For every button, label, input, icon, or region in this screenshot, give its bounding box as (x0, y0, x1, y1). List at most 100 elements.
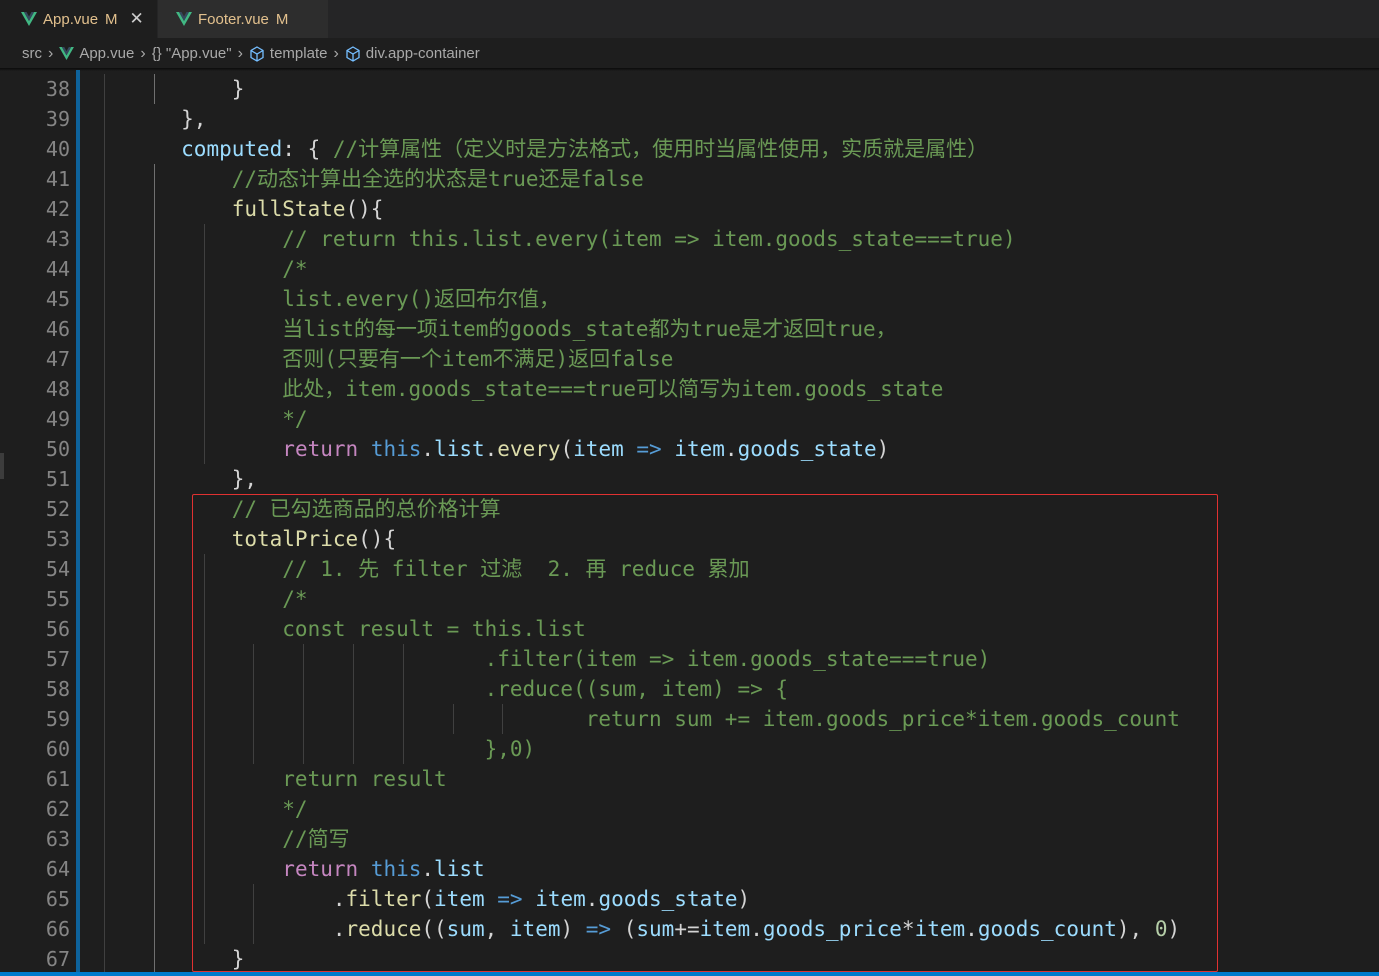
breadcrumb: src › App.vue › {} "App.vue" › template … (0, 38, 1379, 69)
code-line[interactable]: 66 .reduce((sum, item) => (sum+=item.goo… (0, 914, 1379, 944)
code-line[interactable]: 43 // return this.list.every(item => ite… (0, 224, 1379, 254)
code-line[interactable]: 50 return this.list.every(item => item.g… (0, 434, 1379, 464)
code-text: 否则(只要有一个item不满足)返回false (80, 347, 674, 371)
code-line[interactable]: 60 },0) (0, 734, 1379, 764)
line-number: 57 (45, 647, 70, 671)
breadcrumb-label: {} "App.vue" (151, 45, 232, 62)
code-text: .filter(item => item.goods_state===true) (80, 647, 991, 671)
code-line[interactable]: 45 list.every()返回布尔值， (0, 284, 1379, 314)
code-line[interactable]: 51 }, (0, 464, 1379, 494)
code-text: /* (80, 257, 308, 281)
code-text: list.every()返回布尔值， (80, 287, 561, 311)
line-number: 67 (45, 947, 70, 971)
code-line[interactable]: 64 return this.list (0, 854, 1379, 884)
close-icon[interactable]: ✕ (130, 9, 144, 29)
code-text: /* (80, 587, 308, 611)
code-line[interactable]: 42 fullState(){ (0, 194, 1379, 224)
code-text: */ (80, 797, 308, 821)
code-line[interactable]: 38 } (0, 74, 1379, 104)
vue-icon (59, 47, 75, 60)
tab-label: Footer.vue (198, 10, 269, 28)
breadcrumb-item-template[interactable]: template (249, 45, 328, 62)
code-line[interactable]: 40 computed: { //计算属性（定义时是方法格式，使用时当属性使用，… (0, 134, 1379, 164)
line-number: 59 (45, 707, 70, 731)
line-number: 43 (45, 227, 70, 251)
code-line[interactable]: 61 return result (0, 764, 1379, 794)
line-number: 48 (45, 377, 70, 401)
code-text: const result = this.list (80, 617, 586, 641)
tab-bar: App.vue M ✕ Footer.vue M (0, 0, 1379, 38)
tab-app-vue[interactable]: App.vue M ✕ (0, 0, 157, 38)
code-text: },0) (80, 737, 536, 761)
tab-footer-vue[interactable]: Footer.vue M (158, 0, 328, 38)
line-number: 44 (45, 257, 70, 281)
breadcrumb-item-file[interactable]: App.vue (59, 45, 134, 62)
code-line[interactable]: 56 const result = this.list (0, 614, 1379, 644)
chevron-right-icon: › (333, 44, 339, 62)
code-line[interactable]: 54 // 1. 先 filter 过滤 2. 再 reduce 累加 (0, 554, 1379, 584)
line-number: 38 (45, 77, 70, 101)
line-number: 45 (45, 287, 70, 311)
code-line[interactable]: 44 /* (0, 254, 1379, 284)
line-number: 64 (45, 857, 70, 881)
tab-label: App.vue (43, 10, 99, 28)
code-text: // 1. 先 filter 过滤 2. 再 reduce 累加 (282, 557, 750, 581)
code-text: //动态计算出全选的状态是true还是false (231, 167, 644, 191)
line-number: 61 (45, 767, 70, 791)
code-line[interactable]: 53 totalPrice(){ (0, 524, 1379, 554)
code-text: return this.list (282, 857, 485, 881)
line-number: 62 (45, 797, 70, 821)
modified-badge: M (275, 10, 289, 28)
code-line[interactable]: 65 .filter(item => item.goods_state) (0, 884, 1379, 914)
code-line[interactable]: 59 return sum += item.goods_price*item.g… (0, 704, 1379, 734)
code-line[interactable]: 49 */ (0, 404, 1379, 434)
chevron-right-icon: › (237, 44, 243, 62)
code-line[interactable]: 41 //动态计算出全选的状态是true还是false (0, 164, 1379, 194)
code-text: }, (80, 467, 258, 491)
line-number: 47 (45, 347, 70, 371)
line-number: 41 (45, 167, 70, 191)
code-line[interactable]: 63 //简写 (0, 824, 1379, 854)
line-number: 52 (45, 497, 70, 521)
code-text: 此处，item.goods_state===true可以简写为item.good… (80, 377, 944, 401)
line-number: 58 (45, 677, 70, 701)
code-line[interactable]: 58 .reduce((sum, item) => { (0, 674, 1379, 704)
code-text: return this.list.every(item => item.good… (282, 437, 890, 461)
code-line[interactable]: 39 }, (0, 104, 1379, 134)
code-line[interactable]: 48 此处，item.goods_state===true可以简写为item.g… (0, 374, 1379, 404)
cube-icon (250, 45, 264, 62)
line-number: 40 (45, 137, 70, 161)
code-line[interactable]: 62 */ (0, 794, 1379, 824)
breadcrumb-label: template (269, 45, 328, 62)
code-line[interactable]: 67 } (0, 944, 1379, 974)
breadcrumb-label: App.vue (79, 45, 135, 62)
code-text: */ (80, 407, 308, 431)
code-text: }, (80, 107, 207, 131)
breadcrumb-item-module[interactable]: {} "App.vue" (152, 45, 232, 62)
line-number: 55 (45, 587, 70, 611)
code-text: return result (80, 767, 447, 791)
code-line[interactable]: 47 否则(只要有一个item不满足)返回false (0, 344, 1379, 374)
code-text: // 已勾选商品的总价格计算 (231, 497, 501, 521)
code-text: 当list的每一项item的goods_state都为true是才返回true， (80, 317, 897, 341)
modified-badge: M (105, 10, 118, 28)
code-line[interactable]: 55 /* (0, 584, 1379, 614)
line-number: 46 (45, 317, 70, 341)
code-text: .reduce((sum, item) => { (80, 677, 789, 701)
breadcrumb-item-element[interactable]: div.app-container (345, 45, 480, 62)
line-number: 60 (45, 737, 70, 761)
vue-icon (176, 12, 192, 26)
breadcrumb-item-src[interactable]: src (22, 45, 42, 62)
code-line[interactable]: 46 当list的每一项item的goods_state都为true是才返回tr… (0, 314, 1379, 344)
code-line[interactable]: 57 .filter(item => item.goods_state===tr… (0, 644, 1379, 674)
line-number: 53 (45, 527, 70, 551)
code-text: // return this.list.every(item => item.g… (282, 227, 1016, 251)
line-number: 54 (45, 557, 70, 581)
cube-icon (346, 45, 360, 62)
vue-icon (21, 12, 37, 26)
code-text: } (80, 947, 245, 971)
code-line[interactable]: 52 // 已勾选商品的总价格计算 (0, 494, 1379, 524)
line-number: 49 (45, 407, 70, 431)
status-bar (0, 972, 1379, 976)
code-editor[interactable]: 38 } 39 }, 40 computed: { //计算属性（定义时是方法格式，… (0, 70, 1379, 976)
